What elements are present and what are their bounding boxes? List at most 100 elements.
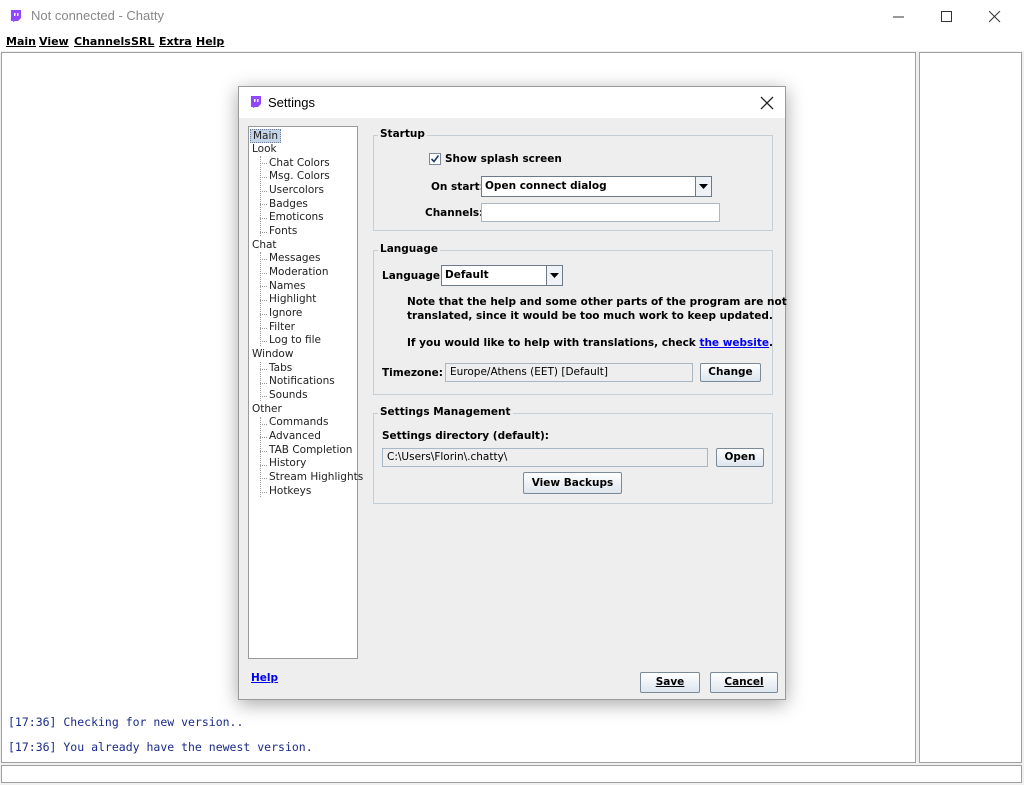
dropdown-arrow[interactable] xyxy=(695,177,711,196)
language-dropdown[interactable]: Default xyxy=(441,265,563,286)
tree-item-tab-completion[interactable]: TAB Completion xyxy=(269,444,352,456)
chat-message: [17:36] Checking for new version.. xyxy=(8,715,244,729)
settings-dir-label: Settings directory (default): xyxy=(382,430,549,442)
menu-main[interactable]: Main xyxy=(6,35,36,48)
tree-item-tabs[interactable]: Tabs xyxy=(269,362,292,374)
language-label: Language: xyxy=(382,270,445,282)
tree-item-chat[interactable]: Chat xyxy=(252,239,277,251)
onstart-dropdown[interactable]: Open connect dialog xyxy=(481,176,712,197)
change-timezone-button[interactable]: Change xyxy=(700,363,761,382)
tree-item-sounds[interactable]: Sounds xyxy=(269,389,308,401)
startup-group-title: Startup xyxy=(378,128,427,140)
language-note-line2: translated, since it would be too much w… xyxy=(407,310,773,322)
minimize-icon xyxy=(893,16,904,18)
settings-management-title: Settings Management xyxy=(378,406,513,418)
tree-branch xyxy=(260,163,267,164)
website-link[interactable]: the website xyxy=(699,337,769,349)
title-bar: Not connected - Chatty xyxy=(0,0,1024,33)
tree-branch xyxy=(260,328,267,329)
tree-item-log-to-file[interactable]: Log to file xyxy=(269,334,321,346)
tree-item-emoticons[interactable]: Emoticons xyxy=(269,211,324,223)
dropdown-arrow[interactable] xyxy=(546,266,562,285)
tree-item-messages[interactable]: Messages xyxy=(269,252,321,264)
tree-branch xyxy=(260,314,267,315)
save-button[interactable]: Save xyxy=(640,672,700,693)
tree-item-advanced[interactable]: Advanced xyxy=(269,430,321,442)
tree-branch xyxy=(260,451,267,452)
language-group: Language Language: Default Note that the… xyxy=(373,243,787,395)
tree-item-window[interactable]: Window xyxy=(252,348,293,360)
tree-branch xyxy=(260,218,267,219)
tree-guide xyxy=(260,156,261,236)
tree-item-stream-highlights[interactable]: Stream Highlights xyxy=(269,471,363,483)
tree-item-chat-colors[interactable]: Chat Colors xyxy=(269,157,330,169)
dialog-title: Settings xyxy=(268,95,315,110)
tree-item-moderation[interactable]: Moderation xyxy=(269,266,328,278)
tree-item-highlight[interactable]: Highlight xyxy=(269,293,316,305)
onstart-label: On start: xyxy=(431,181,484,193)
chat-message: [17:36] You already have the newest vers… xyxy=(8,740,313,754)
startup-group: Startup Show splash screen On start: Ope… xyxy=(373,128,773,231)
tree-item-commands[interactable]: Commands xyxy=(269,416,328,428)
tree-item-notifications[interactable]: Notifications xyxy=(269,375,335,387)
open-dir-button[interactable]: Open xyxy=(716,448,764,467)
language-value: Default xyxy=(445,269,489,281)
tree-item-look[interactable]: Look xyxy=(252,143,277,155)
tree-branch xyxy=(260,492,267,493)
tree-item-history[interactable]: History xyxy=(269,457,306,469)
dialog-title-bar: Settings xyxy=(239,87,785,118)
splash-label[interactable]: Show splash screen xyxy=(445,153,562,165)
maximize-button[interactable] xyxy=(924,0,970,33)
tree-item-fonts[interactable]: Fonts xyxy=(269,225,297,237)
tree-item-badges[interactable]: Badges xyxy=(269,198,308,210)
close-button[interactable] xyxy=(972,0,1018,33)
tree-item-names[interactable]: Names xyxy=(269,280,305,292)
translation-help-text: If you would like to help with translati… xyxy=(407,337,773,349)
tree-item-main[interactable]: Main xyxy=(250,129,282,143)
menu-extra[interactable]: Extra xyxy=(159,35,192,48)
channels-input[interactable] xyxy=(481,203,720,222)
view-backups-button[interactable]: View Backups xyxy=(523,472,622,494)
menu-view[interactable]: View xyxy=(39,35,69,48)
language-group-title: Language xyxy=(378,243,440,255)
close-icon xyxy=(989,11,1001,23)
tree-branch xyxy=(260,424,267,425)
minimize-button[interactable] xyxy=(876,0,922,33)
timezone-field: Europe/Athens (EET) [Default] xyxy=(445,363,693,382)
tree-item-hotkeys[interactable]: Hotkeys xyxy=(269,485,311,497)
cancel-button[interactable]: Cancel xyxy=(710,672,778,693)
close-icon[interactable] xyxy=(759,95,775,111)
tree-item-filter[interactable]: Filter xyxy=(269,321,295,333)
help-link[interactable]: Help xyxy=(251,672,278,684)
menu-channels[interactable]: Channels xyxy=(74,35,131,48)
menu-srl[interactable]: SRL xyxy=(131,35,154,48)
tree-item-usercolors[interactable]: Usercolors xyxy=(269,184,324,196)
tree-branch xyxy=(260,396,267,397)
tree-item-ignore[interactable]: Ignore xyxy=(269,307,302,319)
tree-branch xyxy=(260,177,267,178)
tree-item-other[interactable]: Other xyxy=(252,403,282,415)
tree-branch xyxy=(260,465,267,466)
tree-branch xyxy=(260,259,267,260)
splash-checkbox[interactable] xyxy=(429,153,441,165)
tree-item-msg-colors[interactable]: Msg. Colors xyxy=(269,170,330,182)
chatty-bubble-icon xyxy=(251,96,261,108)
translation-help-suffix: . xyxy=(769,337,774,349)
chevron-down-icon xyxy=(550,273,559,278)
language-note-line1: Note that the help and some other parts … xyxy=(407,296,787,308)
settings-tree: Main Look Chat Colors Msg. Colors Userco… xyxy=(248,126,363,659)
checkmark-icon xyxy=(430,155,440,163)
translation-help-prefix: If you would like to help with translati… xyxy=(407,337,700,349)
tree-branch xyxy=(260,232,267,233)
settings-dialog: Settings Main Look Chat Colors Msg. Colo… xyxy=(238,86,787,700)
menu-help[interactable]: Help xyxy=(196,35,224,48)
settings-management-group: Settings Management Settings directory (… xyxy=(373,406,773,504)
tree-guide xyxy=(260,417,261,497)
user-list[interactable] xyxy=(919,52,1022,763)
tree-branch xyxy=(260,341,267,342)
tree-branch xyxy=(260,478,267,479)
tree-branch xyxy=(260,369,267,370)
chat-input[interactable] xyxy=(1,765,1022,783)
menu-bar: Main View Channels SRL Extra Help xyxy=(0,33,1024,51)
tree-branch xyxy=(260,383,267,384)
